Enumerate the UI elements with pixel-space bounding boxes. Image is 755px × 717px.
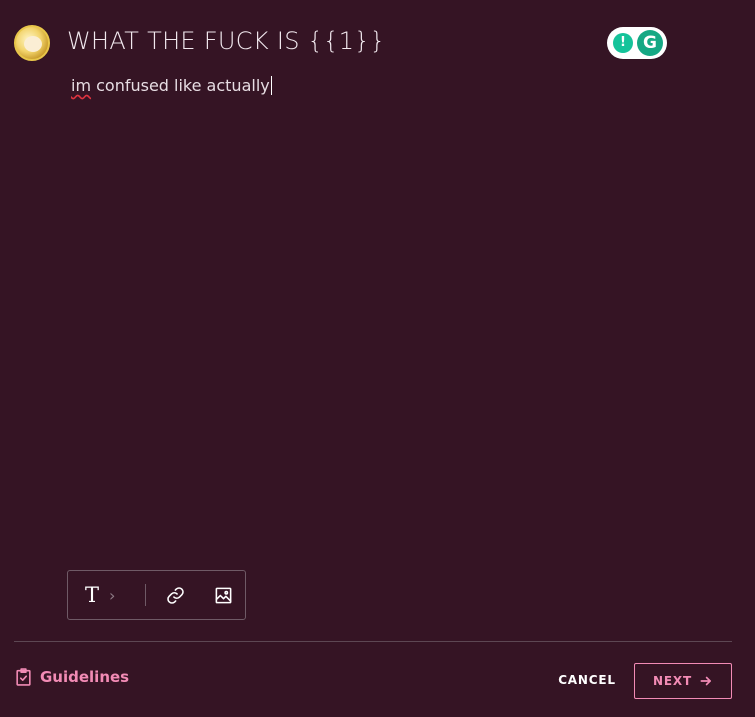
grammarly-logo-icon[interactable]: G: [637, 30, 663, 56]
checklist-icon: [16, 668, 31, 686]
guidelines-link[interactable]: Guidelines: [14, 667, 129, 687]
link-icon: [166, 586, 184, 604]
post-body-editor[interactable]: im confused like actually: [71, 76, 272, 95]
composer-dialog: WHAT THE FUCK IS {{1}} ! G im confused l…: [0, 0, 755, 717]
image-icon: [215, 587, 231, 603]
chevron-right-icon: ›: [109, 585, 116, 605]
insert-link-button[interactable]: [160, 571, 190, 619]
grammarly-widget[interactable]: ! G: [607, 27, 667, 59]
footer-divider: [14, 641, 732, 642]
next-button[interactable]: NEXT: [634, 663, 732, 699]
guidelines-label: Guidelines: [40, 668, 130, 686]
text-caret: [270, 76, 272, 95]
text-format-button[interactable]: T ›: [80, 571, 128, 619]
body-text: confused like actually: [91, 76, 270, 95]
next-label: NEXT: [653, 674, 692, 688]
avatar-face: [24, 36, 42, 52]
arrow-right-icon: [700, 676, 711, 686]
misspelled-word: im: [71, 76, 92, 95]
grammarly-bulb-icon[interactable]: !: [613, 33, 633, 53]
avatar: [14, 25, 50, 61]
post-title[interactable]: WHAT THE FUCK IS {{1}}: [67, 27, 386, 55]
cancel-button[interactable]: CANCEL: [554, 667, 620, 693]
format-toolbar: T ›: [67, 570, 246, 620]
text-format-icon: T: [85, 583, 100, 607]
insert-image-button[interactable]: [208, 571, 238, 619]
toolbar-divider: [145, 584, 146, 606]
